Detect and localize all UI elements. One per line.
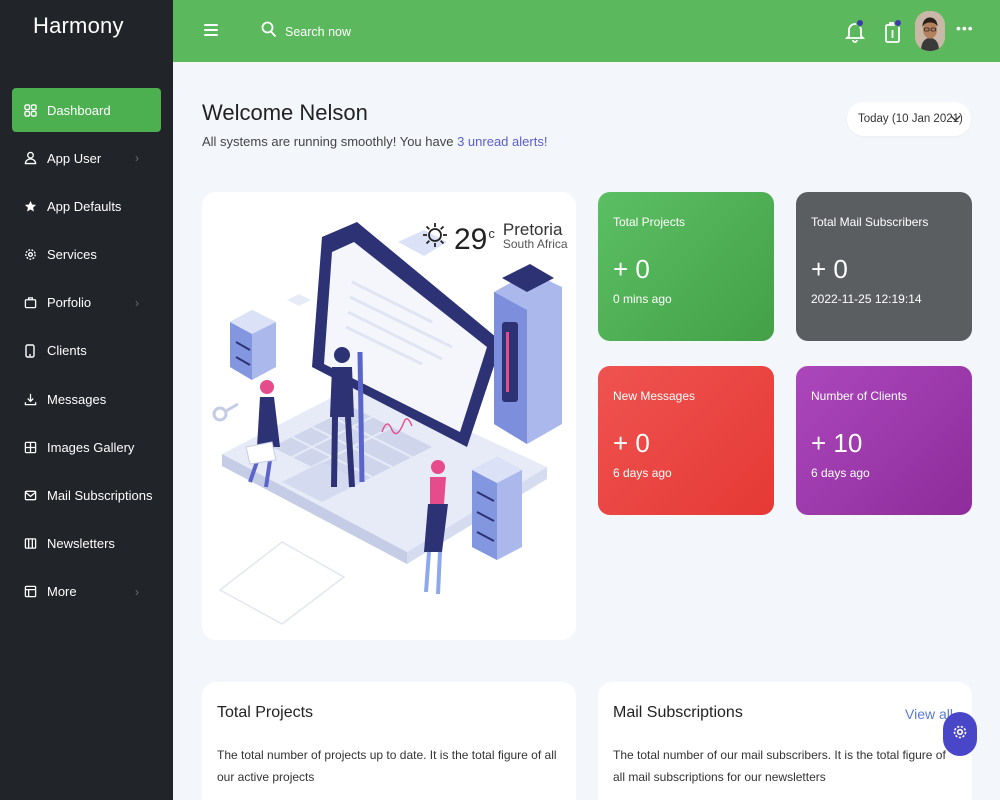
stat-title: New Messages [613, 389, 696, 403]
avatar[interactable] [915, 11, 945, 51]
welcome-subtitle: All systems are running smoothly! You ha… [202, 134, 547, 149]
sidebar-item-label: Newsletters [47, 536, 115, 552]
star-icon [23, 199, 37, 213]
sidebar-item-label: Messages [47, 391, 107, 407]
topbar: Search now ••• [173, 0, 1000, 62]
more-options-icon[interactable]: ••• [956, 20, 974, 36]
temperature-unit: c [488, 226, 495, 241]
gallery-icon [23, 440, 37, 454]
sidebar-item-label: Images Gallery [47, 439, 135, 455]
notification-dot [894, 19, 902, 27]
user-icon [23, 151, 37, 165]
illustration-card: 29 c Pretoria South Africa [202, 192, 576, 640]
sidebar-item-label: Porfolio [47, 295, 92, 311]
stat-value: + 0 [811, 254, 848, 284]
columns-icon [23, 537, 37, 551]
sidebar-item-dashboard[interactable]: Dashboard [12, 88, 161, 132]
chevron-right-icon: › [135, 295, 139, 310]
card-title: Total Projects [217, 704, 314, 721]
stat-title: Total Mail Subscribers [811, 215, 929, 229]
sidebar-menu: Dashboard App User › App Defaults Servic… [12, 88, 161, 618]
location: Pretoria South Africa [502, 220, 568, 252]
card-description: The total number of projects up to date.… [217, 748, 557, 784]
chevron-down-icon [950, 113, 961, 125]
stat-time: 6 days ago [811, 466, 870, 480]
date-label: Today (10 Jan 2021) [858, 113, 963, 125]
stat-title: Total Projects [613, 215, 686, 229]
card-title: Mail Subscriptions [613, 704, 743, 721]
sidebar-item-label: App User [47, 150, 102, 166]
date-selector[interactable]: Today (10 Jan 2021) [847, 102, 971, 136]
notification-bell-icon[interactable] [843, 18, 867, 44]
stat-card-new-messages[interactable]: New Messages + 0 6 days ago [598, 366, 774, 515]
download-icon [23, 392, 37, 406]
phone-icon [23, 344, 37, 358]
search-input[interactable]: Search now [261, 21, 351, 43]
card-description: The total number of our mail subscribers… [613, 748, 946, 784]
layout-icon [23, 585, 37, 599]
briefcase-icon [23, 296, 37, 310]
stat-time: 0 mins ago [613, 292, 672, 306]
search-placeholder: Search now [285, 25, 352, 39]
search-icon [261, 21, 277, 43]
stat-value: + 10 [811, 428, 863, 458]
workspace-illustration [212, 222, 562, 625]
chevron-right-icon: › [135, 584, 139, 599]
weather-widget: 29 c Pretoria South Africa [422, 220, 568, 258]
mail-icon [23, 489, 37, 503]
sidebar-item-porfolio[interactable]: Porfolio › [12, 281, 161, 325]
sidebar-item-messages[interactable]: Messages [12, 377, 161, 421]
sidebar-item-label: Services [47, 247, 97, 263]
stat-time: 2022-11-25 12:19:14 [811, 292, 922, 306]
sidebar-item-images-gallery[interactable]: Images Gallery [12, 425, 161, 469]
gear-icon [23, 248, 37, 262]
sidebar-item-app-defaults[interactable]: App Defaults [12, 184, 161, 228]
stat-card-total-mail-subscribers[interactable]: Total Mail Subscribers + 0 2022-11-25 12… [796, 192, 972, 341]
menu-toggle-icon[interactable] [204, 24, 218, 38]
sidebar-item-mail-subscriptions[interactable]: Mail Subscriptions [12, 474, 161, 518]
sidebar-item-more[interactable]: More › [12, 570, 161, 614]
brand-logo[interactable]: Harmony [33, 13, 124, 39]
clipboard-icon[interactable] [881, 18, 905, 44]
temperature: 29 [454, 223, 488, 256]
grid-icon [23, 103, 37, 117]
sidebar-item-label: Dashboard [47, 102, 111, 118]
stat-value: + 0 [613, 254, 650, 284]
stat-card-total-projects[interactable]: Total Projects + 0 0 mins ago [598, 192, 774, 341]
country-name: South Africa [502, 237, 568, 251]
gear-icon [952, 724, 968, 745]
stat-value: + 0 [613, 428, 650, 458]
city-name: Pretoria [502, 220, 563, 239]
sidebar-item-label: Clients [47, 343, 87, 359]
chevron-right-icon: › [135, 151, 139, 166]
stat-title: Number of Clients [811, 389, 908, 403]
sidebar-item-clients[interactable]: Clients [12, 329, 161, 373]
info-card-total-projects: Total Projects The total number of proje… [202, 682, 576, 800]
sidebar-item-label: More [47, 584, 77, 600]
sidebar-item-newsletters[interactable]: Newsletters [12, 522, 161, 566]
unread-alerts-link[interactable]: 3 unread alerts! [457, 134, 547, 149]
sun-icon [422, 222, 448, 253]
sidebar-item-services[interactable]: Services [12, 233, 161, 277]
sidebar-item-label: Mail Subscriptions [47, 488, 153, 503]
stat-card-number-of-clients[interactable]: Number of Clients + 10 6 days ago [796, 366, 972, 515]
sidebar-item-app-user[interactable]: App User › [12, 136, 161, 180]
settings-fab-button[interactable] [943, 712, 977, 756]
info-card-mail-subscriptions: Mail Subscriptions View all The total nu… [598, 682, 972, 800]
sidebar-item-label: App Defaults [47, 198, 122, 214]
sidebar: Harmony Dashboard App User › App Default… [0, 0, 173, 800]
notification-dot [856, 19, 864, 27]
stat-time: 6 days ago [613, 466, 672, 480]
subtitle-text: All systems are running smoothly! You ha… [202, 134, 458, 149]
page-title: Welcome Nelson [202, 100, 368, 125]
